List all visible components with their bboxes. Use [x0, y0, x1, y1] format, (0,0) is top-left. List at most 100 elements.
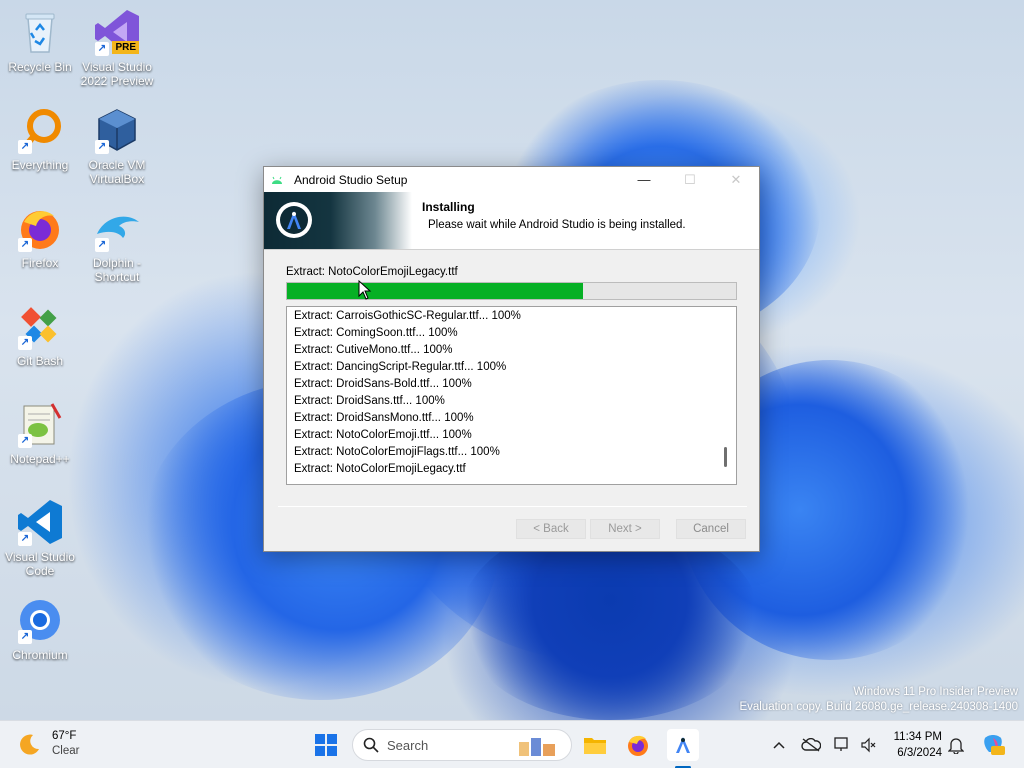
installer-step-subtitle: Please wait while Android Studio is bein… — [428, 219, 686, 231]
desktop-icon-label: 2022 Preview — [80, 74, 154, 88]
shortcut-arrow-icon: ↗ — [95, 42, 109, 56]
desktop-icon-everything[interactable]: ↗ Everything — [0, 106, 80, 172]
chromium-icon: ↗ — [16, 596, 64, 644]
watermark-line: Windows 11 Pro Insider Preview — [853, 686, 1018, 698]
desktop-icon-label: Visual Studio — [82, 60, 152, 74]
moon-weather-icon — [20, 734, 39, 755]
network-tray-button[interactable] — [833, 735, 853, 755]
desktop-icon-label: Oracle VM — [88, 158, 146, 172]
cancel-button: Cancel — [676, 519, 746, 539]
maximize-button: ☐ — [684, 171, 696, 187]
clock-date: 6/3/2024 — [897, 747, 942, 759]
window-title: Android Studio Setup — [294, 172, 408, 187]
android-studio-icon — [676, 737, 690, 753]
notepad-plus-plus-icon: ↗ — [16, 400, 64, 448]
windows-watermark: Windows 11 Pro Insider Preview Evaluatio… — [739, 685, 1018, 715]
mouse-cursor-icon — [358, 280, 372, 300]
desktop-icon-firefox[interactable]: ↗ Firefox — [0, 204, 80, 270]
shortcut-arrow-icon: ↗ — [18, 630, 32, 644]
footer-divider — [278, 506, 747, 507]
desktop-icon-notepad-plus-plus[interactable]: ↗ Notepad++ — [0, 400, 80, 466]
desktop-icon-label: VirtualBox — [89, 172, 145, 186]
desktop-icon-label: Firefox — [21, 256, 59, 270]
desktop-icon-label: Notepad++ — [10, 452, 70, 466]
back-button: < Back — [516, 519, 586, 539]
watermark-line: Evaluation copy. Build 26080.ge_release.… — [739, 701, 1018, 713]
desktop-icon-label: Dolphin - — [92, 256, 142, 270]
taskbar-clock[interactable]: 11:34 PM 6/3/2024 — [884, 729, 942, 761]
installer-step-title: Installing — [422, 200, 475, 214]
weather-widget[interactable]: 67°F Clear — [18, 729, 79, 759]
search-icon — [363, 737, 379, 753]
firefox-icon: ↗ — [16, 204, 64, 252]
log-line: Extract: NotoColorEmojiLegacy.ttf — [294, 463, 466, 475]
weather-temperature: 67°F — [52, 730, 77, 742]
log-scrollbar[interactable] — [724, 447, 727, 467]
installer-header: Installing Please wait while Android Stu… — [264, 192, 759, 250]
desktop-icon-visual-studio-preview[interactable]: PRE ↗ Visual Studio 2022 Preview — [77, 8, 157, 88]
show-hidden-icons-button[interactable] — [769, 735, 789, 755]
desktop-icon-label: Chromium — [12, 648, 68, 662]
clock-time: 11:34 PM — [893, 731, 942, 743]
log-line: Extract: CarroisGothicSC-Regular.ttf... … — [294, 310, 521, 322]
next-button: Next > — [590, 519, 660, 539]
desktop-icon-vscode[interactable]: ↗ Visual Studio Code — [0, 498, 80, 578]
shortcut-arrow-icon: ↗ — [95, 238, 109, 252]
preview-badge: PRE — [112, 41, 139, 54]
install-progress-bar — [286, 282, 737, 300]
folder-icon — [584, 738, 606, 754]
desktop-icon-virtualbox[interactable]: ↗ Oracle VM VirtualBox — [77, 106, 157, 186]
android-icon — [272, 176, 282, 184]
shortcut-arrow-icon: ↗ — [18, 532, 32, 546]
log-line: Extract: DancingScript-Regular.ttf... 10… — [294, 361, 507, 373]
install-log-list[interactable]: Extract: CarroisGothicSC-Regular.ttf... … — [286, 306, 737, 485]
taskbar-android-studio-setup[interactable] — [667, 729, 699, 761]
firefox-icon — [628, 735, 648, 756]
log-line: Extract: NotoColorEmoji.ttf... 100% — [294, 429, 472, 441]
onedrive-tray-button[interactable] — [801, 735, 821, 755]
notifications-button[interactable] — [946, 735, 966, 755]
network-monitor-icon — [834, 737, 848, 751]
search-highlight-icon — [519, 738, 555, 756]
weather-condition: Clear — [52, 745, 80, 757]
bell-icon — [948, 738, 964, 754]
taskbar-file-explorer[interactable] — [579, 729, 611, 761]
wizard-buttons: < Back Next > Cancel — [264, 519, 759, 539]
desktop-icon-chromium[interactable]: ↗ Chromium — [0, 596, 80, 662]
recycle-bin-icon — [16, 8, 64, 56]
start-button[interactable] — [310, 729, 342, 761]
current-file-label: Extract: NotoColorEmojiLegacy.ttf — [286, 266, 458, 278]
desktop-icon-label: Visual Studio — [5, 550, 75, 564]
desktop-icon-label: Git Bash — [16, 354, 64, 368]
desktop-icon-label: Code — [25, 564, 55, 578]
shortcut-arrow-icon: ↗ — [18, 434, 32, 448]
speaker-muted-icon — [861, 737, 876, 753]
visual-studio-preview-icon: PRE ↗ — [93, 8, 141, 56]
log-line: Extract: DroidSans.ttf... 100% — [294, 395, 445, 407]
everything-search-icon: ↗ — [16, 106, 64, 154]
windows-logo-icon — [315, 734, 337, 756]
desktop-icon-dolphin[interactable]: ↗ Dolphin - Shortcut — [77, 204, 157, 284]
copilot-preview-icon — [984, 735, 1005, 755]
shortcut-arrow-icon: ↗ — [18, 336, 32, 350]
installer-body: Extract: NotoColorEmojiLegacy.ttf Extrac… — [264, 250, 759, 526]
chevron-up-icon — [773, 741, 785, 749]
desktop-icon-label: Recycle Bin — [8, 60, 72, 74]
log-line: Extract: DroidSansMono.ttf... 100% — [294, 412, 474, 424]
git-bash-icon: ↗ — [16, 302, 64, 350]
vscode-icon: ↗ — [16, 498, 64, 546]
taskbar-search[interactable]: Search — [352, 729, 572, 761]
copilot-button[interactable] — [980, 735, 1006, 755]
taskbar-firefox[interactable] — [622, 729, 654, 761]
installer-banner — [264, 192, 412, 249]
desktop-icon-label: Shortcut — [94, 270, 140, 284]
window-titlebar[interactable]: Android Studio Setup — ☐ ✕ — [264, 167, 759, 192]
log-line: Extract: NotoColorEmojiFlags.ttf... 100% — [294, 446, 500, 458]
volume-tray-button[interactable] — [858, 735, 878, 755]
progress-fill — [287, 283, 584, 299]
log-line: Extract: CutiveMono.ttf... 100% — [294, 344, 453, 356]
minimize-button[interactable]: — — [621, 167, 667, 192]
desktop-icon-recycle-bin[interactable]: Recycle Bin — [0, 8, 80, 74]
desktop-icon-git-bash[interactable]: ↗ Git Bash — [0, 302, 80, 368]
log-lines: Extract: CarroisGothicSC-Regular.ttf... … — [287, 307, 736, 478]
